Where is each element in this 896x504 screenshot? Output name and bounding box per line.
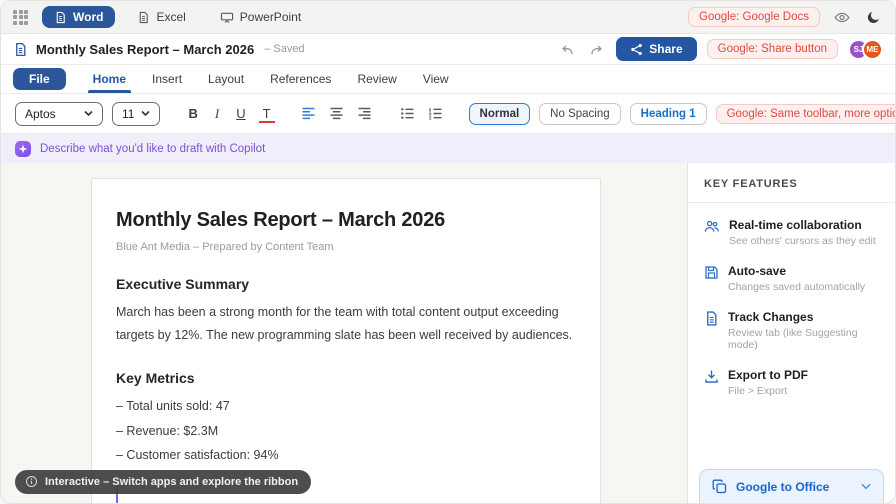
feature-title: Export to PDF	[728, 368, 808, 382]
doc-heading: Monthly Sales Report – March 2026	[116, 209, 446, 231]
sidebar-footer: Google to Office	[688, 459, 895, 503]
style-heading1-button[interactable]: Heading 1	[629, 102, 707, 125]
excel-doc-icon	[137, 11, 150, 24]
doc-list-item: – Customer satisfaction: 94%	[116, 448, 279, 462]
document-icon	[13, 42, 28, 57]
chevron-down-icon	[141, 110, 151, 117]
chevron-down-icon	[861, 483, 871, 490]
document-title-bar: Monthly Sales Report – March 2026 – Save…	[1, 34, 895, 65]
feature-auto-save: Auto-save Changes saved automatically	[704, 264, 879, 293]
feature-title: Auto-save	[728, 264, 787, 278]
google-toolbar-badge: Google: Same toolbar, more options	[715, 103, 895, 124]
style-no-spacing-button[interactable]: No Spacing	[539, 102, 621, 125]
app-tab-label: Excel	[156, 10, 186, 24]
align-right-icon[interactable]	[355, 105, 374, 122]
app-window: Word Excel PowerPoint Google: Google Doc…	[0, 0, 896, 504]
formatting-toolbar: Aptos 11 B I U T Normal No Spacing Headi…	[1, 94, 895, 134]
font-size-select[interactable]: 11	[112, 101, 161, 126]
collaborator-avatars: SJ ME	[848, 38, 883, 60]
underline-button[interactable]: U	[232, 104, 249, 123]
saved-status: – Saved	[264, 43, 305, 55]
users-icon	[704, 218, 720, 234]
bold-button[interactable]: B	[184, 104, 201, 123]
tab-references[interactable]: References	[257, 65, 344, 93]
feature-subtitle: See others' cursors as they edit	[729, 235, 876, 247]
font-family-value: Aptos	[25, 106, 56, 121]
doc-list-item: – Revenue: $2.3M	[116, 423, 219, 438]
doc-list-item: – Total units sold: 47	[116, 399, 230, 414]
preview-eye-icon[interactable]	[832, 9, 852, 26]
copy-docs-icon	[712, 479, 727, 494]
google-to-office-button[interactable]: Google to Office	[699, 469, 884, 503]
feature-list: Real-time collaboration See others' curs…	[688, 203, 895, 412]
track-changes-icon	[704, 310, 719, 326]
app-tab-word[interactable]: Word	[42, 6, 116, 28]
save-icon	[704, 264, 719, 280]
app-switcher-bar: Word Excel PowerPoint Google: Google Doc…	[1, 1, 895, 34]
tab-layout[interactable]: Layout	[195, 65, 257, 93]
doc-section-heading: Executive Summary	[116, 276, 250, 292]
info-icon	[25, 475, 38, 488]
word-doc-icon	[54, 11, 67, 24]
content-area: Monthly Sales Report – March 2026 Blue A…	[1, 163, 895, 503]
align-left-icon[interactable]	[299, 105, 318, 122]
doc-section-heading: Key Metrics	[116, 370, 195, 387]
app-tab-label: PowerPoint	[239, 10, 302, 24]
chevron-down-icon	[84, 110, 93, 117]
doc-paragraph: March has been a strong month for the te…	[116, 305, 573, 343]
presentation-icon	[220, 11, 234, 24]
bullet-list-icon[interactable]	[398, 105, 417, 122]
doc-metrics-list: – Total units sold: 47 – Revenue: $2.3M …	[116, 394, 576, 467]
numbered-list-icon[interactable]	[426, 105, 445, 122]
feature-title: Real-time collaboration	[729, 218, 862, 232]
align-center-icon[interactable]	[327, 105, 346, 122]
file-menu-button[interactable]: File	[13, 68, 66, 90]
copilot-prompt-bar[interactable]: Describe what you'd like to draft with C…	[1, 134, 895, 163]
avatar[interactable]: ME	[862, 38, 883, 60]
feature-subtitle: Changes saved automatically	[728, 281, 866, 293]
font-color-button[interactable]: T	[258, 104, 275, 123]
feature-track-changes: Track Changes Review tab (like Suggestin…	[704, 310, 879, 351]
share-icon	[630, 43, 643, 56]
app-tab-powerpoint[interactable]: PowerPoint	[208, 6, 313, 28]
google-share-badge: Google: Share button	[706, 39, 838, 59]
share-button[interactable]: Share	[616, 37, 697, 61]
copilot-sparkle-icon	[15, 140, 31, 157]
document-title[interactable]: Monthly Sales Report – March 2026	[36, 42, 254, 57]
tab-insert[interactable]: Insert	[139, 65, 195, 93]
apps-grid-icon[interactable]	[13, 9, 28, 25]
font-size-value: 11	[122, 106, 135, 121]
undo-icon[interactable]	[558, 41, 577, 58]
copilot-prompt-text: Describe what you'd like to draft with C…	[40, 142, 266, 155]
google-docs-badge: Google: Google Docs	[688, 7, 820, 27]
dark-mode-moon-icon[interactable]	[864, 8, 883, 27]
font-family-select[interactable]: Aptos	[15, 101, 103, 126]
feature-title: Track Changes	[728, 310, 814, 324]
app-tab-excel[interactable]: Excel	[125, 6, 197, 28]
feature-subtitle: File > Export	[728, 385, 788, 397]
ribbon-tab-bar: File Home Insert Layout References Revie…	[1, 65, 895, 94]
doc-subtitle: Blue Ant Media – Prepared by Content Tea…	[116, 241, 334, 253]
feature-realtime-collaboration: Real-time collaboration See others' curs…	[704, 218, 879, 247]
key-features-panel: KEY FEATURES Real-time collaboration See…	[687, 163, 895, 503]
italic-button[interactable]: I	[211, 104, 223, 124]
style-normal-button[interactable]: Normal	[468, 102, 531, 125]
editor-canvas: Monthly Sales Report – March 2026 Blue A…	[1, 163, 687, 503]
tab-review[interactable]: Review	[344, 65, 409, 93]
app-tab-label: Word	[73, 10, 104, 24]
feature-subtitle: Review tab (like Suggesting mode)	[728, 327, 858, 351]
document-page[interactable]: Monthly Sales Report – March 2026 Blue A…	[91, 178, 601, 503]
share-label: Share	[649, 42, 683, 56]
download-icon	[704, 368, 719, 384]
google-to-office-label: Google to Office	[736, 479, 830, 494]
info-toast: Interactive – Switch apps and explore th…	[15, 470, 312, 494]
toast-text: Interactive – Switch apps and explore th…	[45, 475, 299, 488]
redo-icon[interactable]	[587, 41, 606, 58]
sidebar-header: KEY FEATURES	[688, 163, 895, 203]
tab-home[interactable]: Home	[80, 65, 139, 93]
tab-view[interactable]: View	[410, 65, 462, 93]
feature-export-pdf: Export to PDF File > Export	[704, 368, 879, 397]
